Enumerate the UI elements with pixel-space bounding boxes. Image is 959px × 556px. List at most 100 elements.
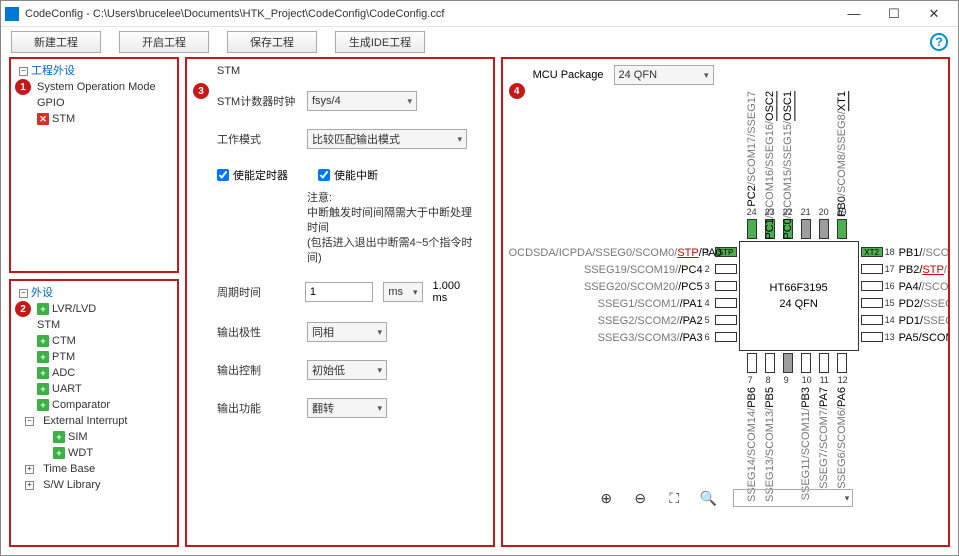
enable-timer-checkbox[interactable]: 使能定时器 (217, 167, 288, 183)
tree2-sim[interactable]: +SIM (17, 429, 171, 445)
tree2-lvr[interactable]: +LVR/LVD (17, 301, 171, 317)
project-peripherals-panel: 1 − 工程外设 System Operation Mode GPIO ✕ ST… (9, 57, 179, 273)
pin-label-vertical: PC2/SCOM17/SSEG17 (746, 91, 758, 207)
pin[interactable] (819, 219, 829, 239)
badge-3: 3 (193, 83, 209, 99)
counter-clk-select[interactable]: fsys/4 (307, 91, 417, 111)
mcu-pkg-label: MCU Package (533, 69, 604, 81)
pin[interactable] (819, 353, 829, 373)
pin-label-vertical: PC1/SCOM16/SSEG16/OSC2 (764, 91, 776, 240)
polarity-select[interactable]: 同相 (307, 322, 387, 342)
pin-number: 21 (801, 207, 811, 217)
pin-number: 9 (784, 375, 789, 385)
pin-number: 15 (885, 298, 895, 308)
tree2-stm[interactable]: STM (17, 317, 171, 333)
chip-diagram[interactable]: HT66F3195 24 QFN STP1OCDSDA/ICPDA/SSEG0/… (509, 91, 942, 511)
tree2-uart[interactable]: +UART (17, 381, 171, 397)
pin-number: 10 (802, 375, 812, 385)
tree2-comp[interactable]: +Comparator (17, 397, 171, 413)
pin[interactable] (747, 219, 757, 239)
add-icon: + (37, 335, 49, 347)
pin-search-input[interactable] (733, 489, 853, 507)
pin-label-vertical: PB0/SCOM8/SSEG8/XT1 (836, 91, 848, 217)
badge-2: 2 (15, 301, 31, 317)
tree1-header[interactable]: − 工程外设 (17, 63, 171, 79)
pin-number: 4 (705, 298, 710, 308)
pin-label: PB2/STP/SCOM10/SSEG10 (899, 264, 950, 276)
tree2-sw[interactable]: + S/W Library (17, 477, 171, 493)
interrupt-note: 注意: 中断触发时间间隔需大于中断处理时间 (包括进入退出中断需4~5个指令时间… (307, 191, 477, 266)
pin[interactable] (715, 298, 737, 308)
maximize-button[interactable]: ☐ (874, 2, 914, 26)
save-project-button[interactable]: 保存工程 (227, 31, 317, 53)
tree2-ctm[interactable]: +CTM (17, 333, 171, 349)
pin-number: 3 (705, 281, 710, 291)
fit-icon[interactable]: ⛶ (665, 489, 683, 507)
new-project-button[interactable]: 新建工程 (11, 31, 101, 53)
mcu-pkg-select[interactable]: 24 QFN (614, 65, 714, 85)
chip-body: HT66F3195 24 QFN (739, 241, 859, 351)
control-label: 输出控制 (217, 362, 297, 378)
pin[interactable] (801, 219, 811, 239)
pin[interactable] (861, 332, 883, 342)
pin[interactable] (861, 315, 883, 325)
pin-label-vertical: SSEG11/SCOM11/PB3 (800, 387, 812, 500)
close-button[interactable]: ✕ (914, 2, 954, 26)
pin[interactable] (861, 298, 883, 308)
control-select[interactable]: 初始低 (307, 360, 387, 380)
tree2-tb[interactable]: + Time Base (17, 461, 171, 477)
pin[interactable] (715, 315, 737, 325)
collapse-icon[interactable]: − (19, 289, 28, 298)
pin[interactable] (715, 281, 737, 291)
search-icon: 🔍 (699, 489, 717, 507)
pin[interactable] (801, 353, 811, 373)
collapse-icon[interactable]: − (25, 417, 34, 426)
pin[interactable] (783, 353, 793, 373)
enable-int-checkbox[interactable]: 使能中断 (318, 167, 378, 183)
pin[interactable] (715, 332, 737, 342)
pin[interactable] (837, 219, 847, 239)
minimize-button[interactable]: — (834, 2, 874, 26)
gen-ide-button[interactable]: 生成IDE工程 (335, 31, 425, 53)
tree1-header-label: 工程外设 (31, 63, 75, 79)
period-unit-select[interactable]: ms (383, 282, 422, 302)
counter-clk-label: STM计数器时钟 (217, 93, 297, 109)
period-calc: 1.000 ms (433, 280, 477, 304)
pin[interactable] (715, 264, 737, 274)
pin-label: SSEG1/SCOM1//PA1 (509, 298, 703, 310)
period-label: 周期时间 (217, 284, 295, 300)
pin[interactable] (765, 353, 775, 373)
collapse-icon[interactable]: − (19, 67, 28, 76)
pin-label: PB1//SCOM9/SSEG9/XT2 (899, 247, 950, 259)
work-mode-select[interactable]: 比较匹配输出模式 (307, 129, 467, 149)
tree2-wdt[interactable]: +WDT (17, 445, 171, 461)
help-icon[interactable]: ? (930, 33, 948, 51)
tree1-item-gpio[interactable]: GPIO (17, 95, 171, 111)
tree1-item-stm[interactable]: ✕ STM (17, 111, 171, 127)
period-input[interactable]: 1 (305, 282, 373, 302)
tree2-adc[interactable]: +ADC (17, 365, 171, 381)
pin[interactable] (837, 353, 847, 373)
tree2-ext[interactable]: − External Interrupt (17, 413, 171, 429)
open-project-button[interactable]: 开启工程 (119, 31, 209, 53)
tree2-header[interactable]: − 外设 (17, 285, 171, 301)
pin[interactable] (861, 281, 883, 291)
pin-number: 20 (819, 207, 829, 217)
zoom-out-icon[interactable]: ⊖ (631, 489, 649, 507)
pin[interactable] (861, 264, 883, 274)
pin-number: 14 (885, 315, 895, 325)
expand-icon[interactable]: + (25, 481, 34, 490)
pin[interactable]: XT2 (861, 247, 883, 257)
func-select[interactable]: 翻转 (307, 398, 387, 418)
pin[interactable] (747, 353, 757, 373)
available-peripherals-panel: 2 − 外设 +LVR/LVD STM +CTM +PTM +ADC +UART… (9, 279, 179, 547)
zoom-in-icon[interactable]: ⊕ (597, 489, 615, 507)
pin-number: 2 (705, 264, 710, 274)
chip-pkg: 24 QFN (779, 298, 818, 310)
expand-icon[interactable]: + (25, 465, 34, 474)
tree2-ptm[interactable]: +PTM (17, 349, 171, 365)
pin-label: PA4//SCOM4/SSEG4 (899, 281, 950, 293)
tree1-item-sysmode[interactable]: System Operation Mode (17, 79, 171, 95)
pin-number: 18 (885, 247, 895, 257)
titlebar: CodeConfig - C:\Users\brucelee\Documents… (1, 1, 958, 27)
